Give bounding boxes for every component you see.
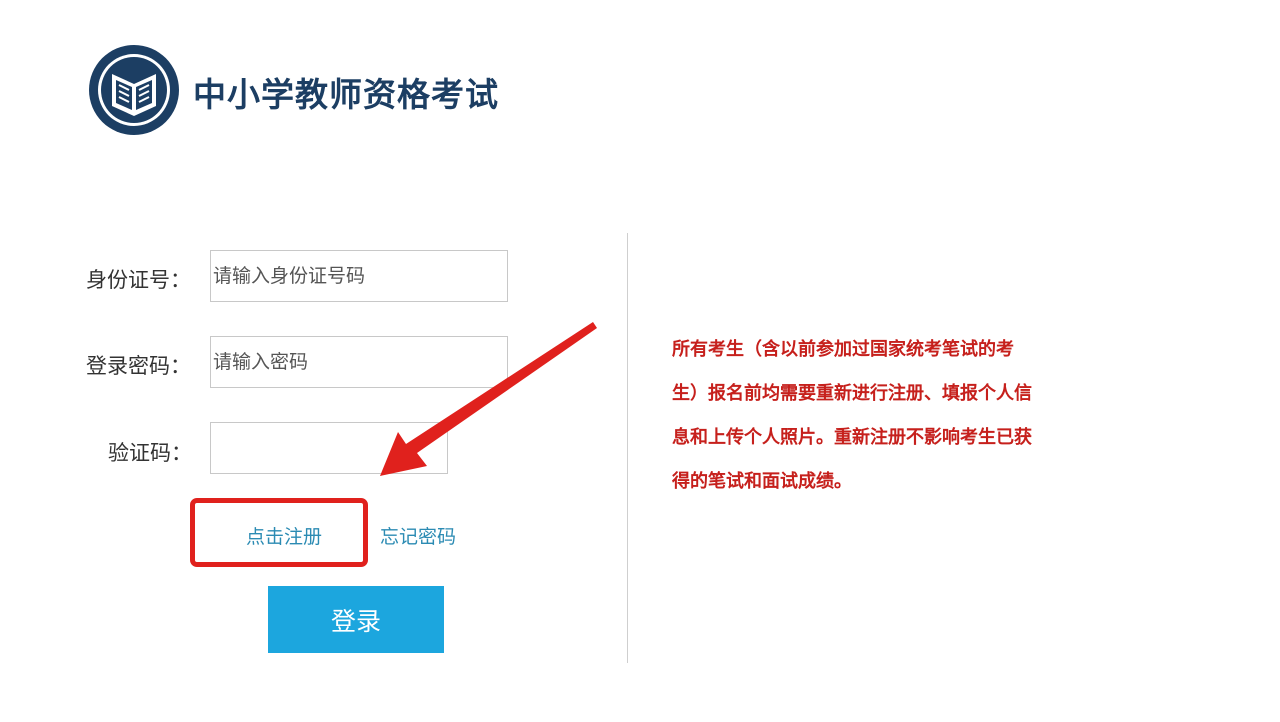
captcha-label: 验证码：	[108, 441, 192, 465]
registration-notice: 所有考生（含以前参加过国家统考笔试的考 生）报名前均需要重新进行注册、填报个人信…	[672, 328, 1102, 504]
login-button[interactable]: 登录	[268, 586, 444, 653]
password-input[interactable]	[210, 336, 508, 388]
register-link[interactable]: 点击注册	[246, 522, 322, 549]
password-label: 登录密码：	[86, 354, 191, 378]
login-page: 中小学教师资格考试 身份证号： 登录密码： 验证码： 点击注册 忘记密码 登录 …	[0, 0, 1280, 722]
id-number-label: 身份证号：	[86, 268, 191, 292]
captcha-input[interactable]	[210, 422, 448, 474]
id-number-input[interactable]	[210, 250, 508, 302]
vertical-divider	[627, 233, 628, 663]
notice-line: 得的笔试和面试成绩。	[672, 471, 852, 492]
forgot-password-link[interactable]: 忘记密码	[380, 522, 456, 549]
notice-line: 所有考生（含以前参加过国家统考笔试的考	[672, 339, 1014, 360]
exam-logo-icon	[89, 45, 179, 135]
notice-line: 生）报名前均需要重新进行注册、填报个人信	[672, 383, 1032, 404]
notice-line: 息和上传个人照片。重新注册不影响考生已获	[672, 427, 1032, 448]
site-title: 中小学教师资格考试	[193, 75, 499, 114]
